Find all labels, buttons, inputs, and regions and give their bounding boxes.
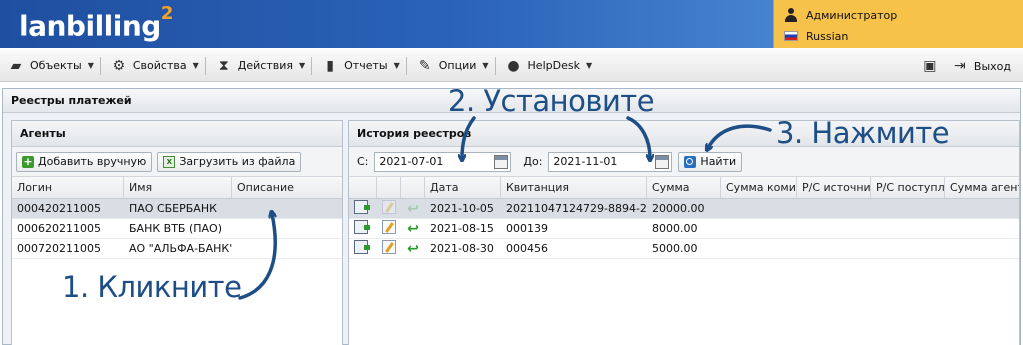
- rollback-icon[interactable]: ↩: [406, 242, 420, 256]
- column-action-3: [401, 177, 425, 198]
- chevron-down-icon: ▼: [87, 61, 94, 70]
- table-row[interactable]: ↩ 2021-08-30 000456 5000.00: [349, 239, 1019, 259]
- spreadsheet-icon: X: [163, 155, 176, 168]
- annotation-step-3: 3. Нажмите: [776, 116, 950, 150]
- gear-icon: ⚙: [112, 57, 126, 74]
- column-source-account[interactable]: Р/С источник: [797, 177, 871, 198]
- date-from-field[interactable]: 2021-07-01: [374, 151, 512, 172]
- add-manually-button[interactable]: + Добавить вручную: [16, 151, 153, 172]
- menu-separator: [204, 56, 206, 75]
- column-action-1: [349, 177, 377, 198]
- menu-options[interactable]: ✎ Опции ▼: [409, 54, 493, 78]
- date-to-field[interactable]: 2021-11-01: [548, 151, 673, 172]
- menu-properties[interactable]: ⚙ Свойства ▼: [103, 54, 203, 78]
- export-icon[interactable]: [354, 220, 370, 234]
- menu-separator: [99, 56, 101, 75]
- export-icon[interactable]: [354, 200, 370, 214]
- column-income-account[interactable]: Р/С поступле: [871, 177, 945, 198]
- menu-reports[interactable]: ▮ Отчеты ▼: [314, 54, 404, 78]
- search-icon: [684, 155, 697, 168]
- menu-separator: [405, 56, 407, 75]
- current-user[interactable]: Администратор: [784, 5, 897, 25]
- column-date[interactable]: Дата: [425, 177, 501, 198]
- language-selector[interactable]: Russian: [784, 26, 848, 46]
- table-row[interactable]: ↩ 2021-10-05 20211047124729-8894-2... 20…: [349, 199, 1019, 219]
- calendar-icon[interactable]: [655, 154, 670, 169]
- column-agent-sum[interactable]: Сумма агенто: [945, 177, 1019, 198]
- edit-document-icon: [382, 200, 396, 214]
- menu-right-group: ▣ ⇥ Выход: [922, 54, 1011, 78]
- chevron-down-icon: ▼: [393, 61, 400, 70]
- annotation-step-1: 1. Кликните: [62, 270, 242, 304]
- language-label: Russian: [806, 29, 849, 43]
- column-action-2: [377, 177, 401, 198]
- column-sum[interactable]: Сумма: [647, 177, 721, 198]
- column-login[interactable]: Логин: [12, 177, 124, 198]
- export-icon[interactable]: [354, 240, 370, 254]
- app-logo: lanbilling2: [19, 3, 173, 43]
- chevron-down-icon: ▼: [585, 61, 593, 70]
- logout-button[interactable]: ⇥ Выход: [952, 54, 1011, 78]
- logout-icon: ⇥: [954, 58, 966, 74]
- rollback-icon[interactable]: ↩: [406, 222, 420, 236]
- save-icon[interactable]: ▣: [922, 59, 938, 73]
- history-table-header: Дата Квитанция Сумма Сумма комис Р/С ист…: [349, 177, 1019, 199]
- from-label: С:: [357, 155, 369, 168]
- chevron-down-icon: ▼: [482, 61, 489, 70]
- annotation-step-2: 2. Установите: [448, 84, 655, 118]
- bar-chart-icon: ▮: [326, 57, 334, 74]
- to-label: До:: [523, 155, 543, 168]
- chevron-down-icon: ▼: [192, 61, 199, 70]
- table-row[interactable]: 000620211005 БАНК ВТБ (ПАО): [12, 219, 342, 239]
- wrench-icon: ✎: [418, 57, 431, 74]
- menu-separator: [494, 56, 496, 75]
- load-from-file-button[interactable]: X Загрузить из файла: [157, 151, 302, 172]
- chat-icon: ●: [507, 57, 520, 74]
- table-row[interactable]: ↩ 2021-08-15 000139 8000.00: [349, 219, 1019, 239]
- column-receipt[interactable]: Квитанция: [501, 177, 647, 198]
- agents-panel: Агенты + Добавить вручную X Загрузить из…: [11, 120, 343, 345]
- user-icon: [784, 8, 798, 22]
- app-window: lanbilling2 Администратор Russian ▰ Объе…: [0, 0, 1023, 345]
- table-row[interactable]: 000720211005 АО "АЛЬФА-БАНК": [12, 239, 342, 259]
- user-box: Администратор Russian: [773, 0, 1023, 48]
- column-name[interactable]: Имя: [124, 177, 232, 198]
- hourglass-icon: ⧗: [218, 57, 229, 74]
- plus-icon: +: [22, 154, 34, 168]
- agents-table-header: Логин Имя Описание: [12, 177, 342, 199]
- edit-document-icon[interactable]: [382, 240, 396, 254]
- find-button[interactable]: Найти: [678, 151, 743, 172]
- user-name: Администратор: [806, 8, 898, 22]
- agents-title: Агенты: [12, 121, 342, 147]
- menu-separator: [311, 56, 313, 75]
- russian-flag-icon: [784, 31, 798, 41]
- rollback-icon: ↩: [407, 201, 419, 216]
- menu-helpdesk[interactable]: ● HelpDesk ▼: [498, 54, 597, 78]
- column-commission[interactable]: Сумма комис: [721, 177, 797, 198]
- registry-history-panel: История реестров С: 2021-07-01 До: 2021-…: [348, 120, 1020, 345]
- app-header: lanbilling2 Администратор Russian: [0, 0, 1023, 48]
- menu-objects[interactable]: ▰ Объекты ▼: [0, 54, 98, 78]
- calendar-icon[interactable]: [494, 154, 509, 169]
- table-row[interactable]: 000420211005 ПАО СБЕРБАНК: [12, 199, 342, 219]
- objects-icon: ▰: [10, 57, 22, 74]
- agents-toolbar: + Добавить вручную X Загрузить из файла: [12, 147, 342, 177]
- edit-document-icon[interactable]: [382, 220, 396, 234]
- history-toolbar: С: 2021-07-01 До: 2021-11-01 Найти: [349, 147, 1019, 177]
- menu-actions[interactable]: ⧗ Действия ▼: [208, 54, 309, 78]
- chevron-down-icon: ▼: [298, 61, 306, 70]
- column-description[interactable]: Описание: [232, 177, 342, 198]
- main-menu-bar: ▰ Объекты ▼ ⚙ Свойства ▼ ⧗ Действия ▼ ▮ Отч…: [0, 50, 1023, 82]
